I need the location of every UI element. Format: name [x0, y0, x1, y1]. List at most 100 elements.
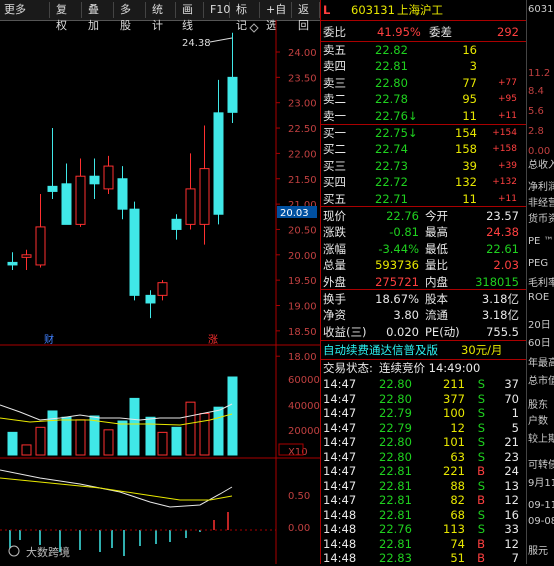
f10-item[interactable]: 可转债	[528, 456, 554, 471]
f10-item[interactable]: PEG	[528, 258, 548, 269]
stock-header[interactable]: L 603131 上海沪工	[323, 2, 523, 18]
candle-body[interactable]	[21, 254, 32, 258]
candle-body[interactable]	[89, 175, 100, 185]
f10-item[interactable]: 2.8	[528, 126, 544, 137]
diamond-icon[interactable]	[249, 23, 259, 33]
toolbar-item-3[interactable]: 多股	[116, 2, 146, 32]
stat-row-4[interactable]: 外盘 275721 内盘 318015	[323, 274, 523, 290]
sell-level-3[interactable]: 卖三 22.80 77 +77	[323, 75, 523, 91]
weicha-value: 292	[497, 25, 519, 39]
stat2-row-1[interactable]: 净资 3.80 流通 3.18亿	[323, 307, 523, 323]
f10-item[interactable]: 毛利率	[528, 274, 554, 289]
toolbar-item-8[interactable]: +自选	[262, 2, 292, 32]
buy-volume: 39	[462, 158, 477, 173]
stat2-row-2[interactable]: 收益(三) 0.020 PE(动) 755.5	[323, 324, 523, 340]
price-tick-label: 18.50	[288, 327, 317, 338]
volume-bar	[117, 420, 128, 456]
sell-level-5[interactable]: 卖五 22.82 16	[323, 42, 523, 58]
candle-body[interactable]	[227, 76, 238, 113]
candle-body[interactable]	[213, 112, 224, 215]
f10-item[interactable]: 8.4	[528, 86, 544, 97]
f10-item[interactable]: ROE	[528, 292, 549, 303]
stat-value: -0.81	[389, 225, 419, 240]
f10-item[interactable]: 9月11	[528, 474, 554, 489]
toolbar-item-5[interactable]: 画线	[178, 2, 204, 32]
buy-level-1[interactable]: 买一 22.75↓ 154 +154	[323, 125, 523, 141]
trade-status: 交易状态: 连续竞价 14:49:00	[323, 360, 523, 376]
toolbar-item-2[interactable]: 叠加	[84, 2, 114, 32]
stat-row-1[interactable]: 涨跌 -0.81 最高 24.38	[323, 224, 523, 240]
f10-item[interactable]: 6031	[528, 4, 553, 15]
f10-item[interactable]: 非经营	[528, 194, 554, 209]
f10-item[interactable]: 年最高	[528, 354, 554, 369]
candle-body[interactable]	[103, 165, 114, 190]
f10-item[interactable]: 09-08	[528, 516, 554, 527]
buy-level-4[interactable]: 买四 22.72 132 +132	[323, 174, 523, 190]
f10-item[interactable]: PE ™	[528, 236, 554, 247]
candle-body[interactable]	[199, 168, 210, 225]
stat2-row-0[interactable]: 换手 18.67% 股本 3.18亿	[323, 291, 523, 307]
toolbar-item-1[interactable]: 复权	[52, 2, 82, 32]
stat-row-2[interactable]: 涨幅 -3.44% 最低 22.61	[323, 241, 523, 257]
volume-axis-label: 40000	[288, 401, 320, 412]
volume-bar	[129, 397, 140, 456]
current-price-label: 20.03	[280, 208, 309, 219]
macd-axis-label: 0.50	[288, 491, 310, 502]
stat-label: 涨幅	[323, 241, 346, 256]
kline-chart[interactable]: 24.0023.5023.0022.5022.0021.5021.0020.50…	[0, 20, 320, 564]
stat-row-3[interactable]: 总量 593736 量比 2.03	[323, 257, 523, 273]
candle-body[interactable]	[75, 175, 86, 225]
ad-banner[interactable]: 自动续费通达信普及版 30元/月	[323, 342, 523, 358]
sell-label: 卖二	[323, 92, 346, 107]
toolbar-item-9[interactable]: 返回	[294, 2, 320, 32]
price-tick-label: 22.00	[288, 149, 317, 160]
f10-item[interactable]: 11.2	[528, 68, 550, 79]
f10-item[interactable]: 09-11	[528, 500, 554, 511]
f10-item[interactable]: 较上期	[528, 430, 554, 445]
sell-price: 22.78	[375, 92, 408, 107]
buy-level-2[interactable]: 买二 22.74 158 +158	[323, 141, 523, 157]
candle-body[interactable]	[145, 294, 156, 304]
sell-level-4[interactable]: 卖四 22.81 3	[323, 58, 523, 74]
sell-level-1[interactable]: 卖一 22.76↓ 11 +11	[323, 108, 523, 124]
toolbar-item-0[interactable]: 更多	[0, 2, 50, 18]
price-tick-label: 18.00	[288, 352, 317, 363]
candle-body[interactable]	[47, 185, 58, 192]
candle-body[interactable]	[35, 226, 46, 266]
buy-level-3[interactable]: 买三 22.73 39 +39	[323, 158, 523, 174]
buy-level-5[interactable]: 买五 22.71 11 +11	[323, 191, 523, 207]
price-tick-label: 23.00	[288, 99, 317, 110]
candle-body[interactable]	[7, 261, 18, 266]
f10-item[interactable]: 60日	[528, 334, 551, 349]
f10-item[interactable]: 20日	[528, 316, 551, 331]
ad-text: 自动续费通达信普及版	[323, 343, 438, 357]
stat-value: 318015	[475, 274, 519, 289]
f10-item[interactable]: 户数	[528, 412, 548, 427]
f10-item[interactable]: 净利润	[528, 178, 554, 193]
candle-body[interactable]	[157, 282, 168, 296]
stat-value: 22.61	[486, 241, 519, 256]
candle-body[interactable]	[185, 188, 196, 225]
volume-bar	[21, 444, 32, 456]
f10-item[interactable]: 服元	[528, 542, 548, 557]
buy-label: 买一	[323, 126, 346, 140]
candle-body[interactable]	[171, 218, 182, 230]
candle-body[interactable]	[61, 183, 72, 225]
toolbar-item-7[interactable]: 标记	[232, 2, 260, 32]
toolbar-item-6[interactable]: F10	[206, 2, 230, 18]
f10-item[interactable]: 5.6	[528, 106, 544, 117]
f10-item[interactable]: 货币资	[528, 210, 554, 225]
high-price-marker: 24.38	[182, 38, 211, 49]
toolbar-item-4[interactable]: 统计	[148, 2, 176, 32]
volume-bar	[35, 426, 46, 456]
f10-item[interactable]: 总市值	[528, 372, 554, 387]
candle-body[interactable]	[117, 178, 128, 210]
candle-body[interactable]	[129, 208, 140, 296]
f10-item[interactable]: 总收入	[528, 156, 554, 171]
f10-item[interactable]: 股东	[528, 396, 548, 411]
stock-name: 上海沪工	[397, 3, 443, 17]
price-tick-label: 22.50	[288, 124, 317, 135]
stat-row-0[interactable]: 现价 22.76 今开 23.57	[323, 208, 523, 224]
sell-level-2[interactable]: 卖二 22.78 95 +95	[323, 91, 523, 107]
stat-value: 23.57	[486, 209, 519, 223]
